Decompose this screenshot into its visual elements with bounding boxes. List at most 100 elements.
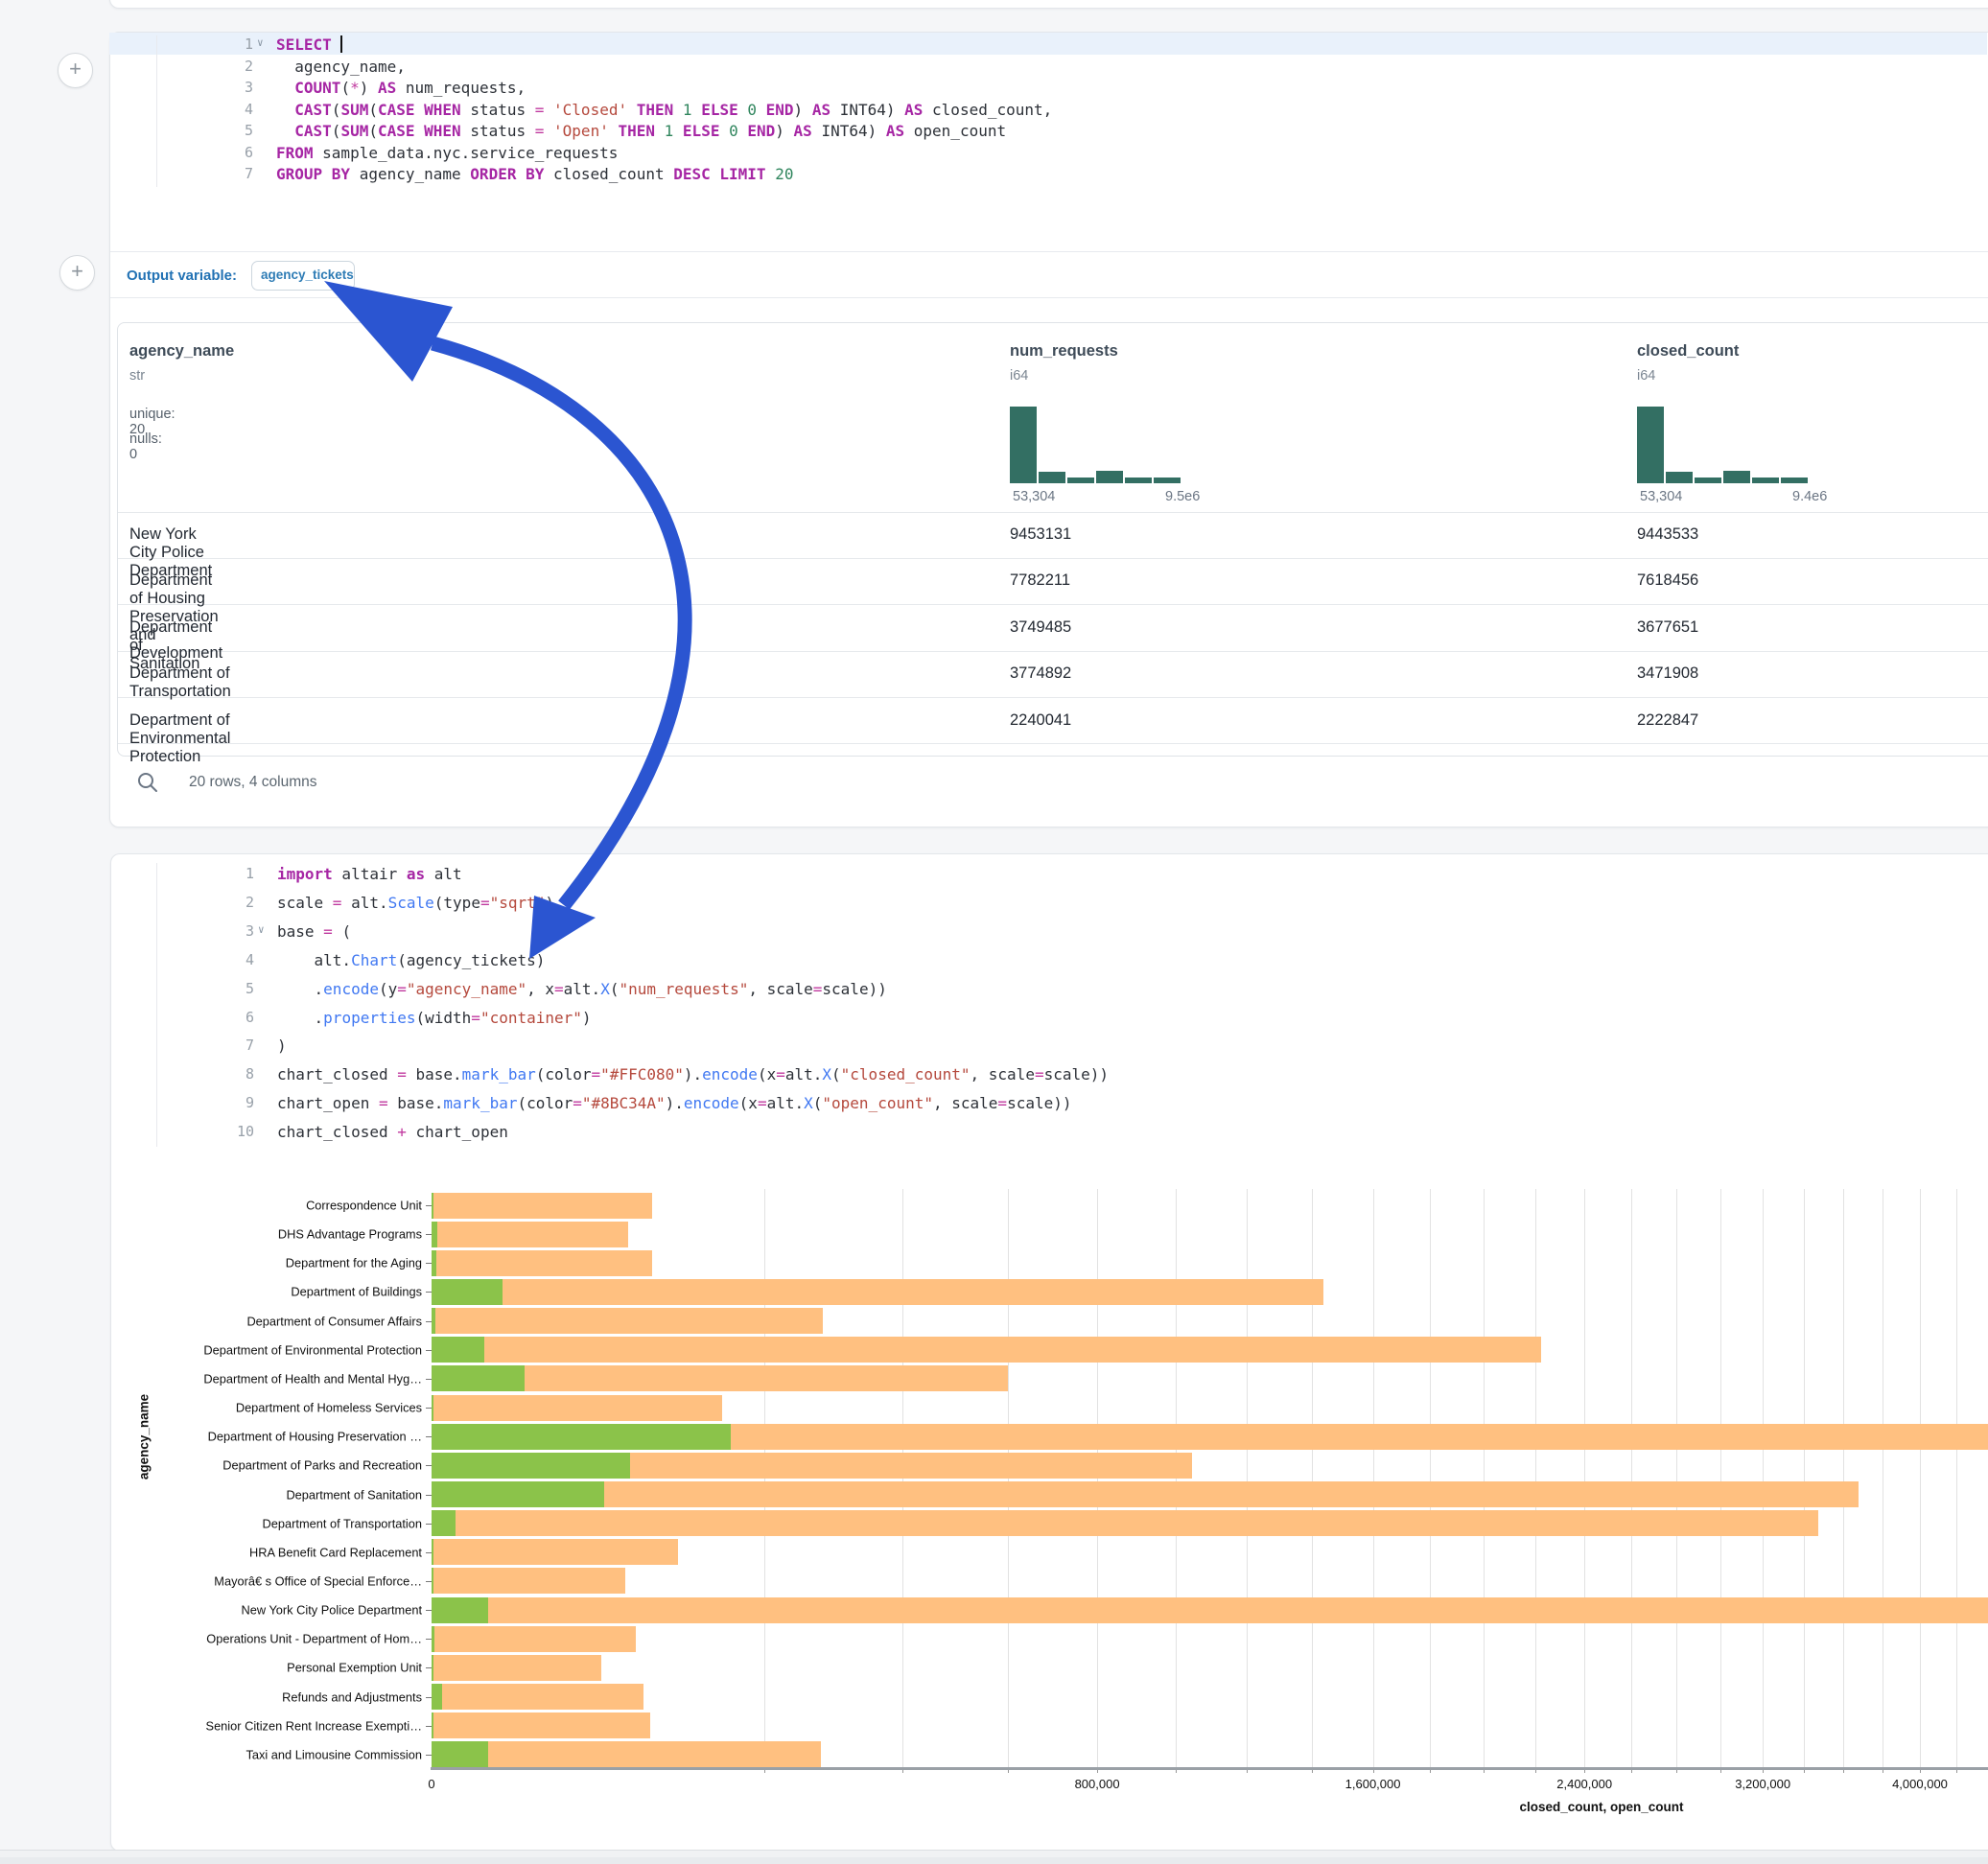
row-separator — [118, 558, 1988, 559]
table-row-value[interactable]: 3774892 — [997, 664, 1071, 683]
row-separator — [118, 743, 1988, 744]
table-row-value[interactable]: 3749485 — [997, 618, 1071, 637]
line-number: 4 — [110, 951, 254, 968]
table-row-value[interactable]: 3471908 — [1625, 664, 1698, 683]
y-axis-label: Senior Citizen Rent Increase Exempti… — [115, 1718, 422, 1733]
y-axis-tick — [426, 1726, 432, 1727]
y-axis-label: Department of Homeless Services — [115, 1401, 422, 1415]
line-number: 5 — [110, 980, 254, 997]
code-text: chart_closed = base.mark_bar(color="#FFC… — [277, 1065, 1109, 1083]
y-axis-tick — [426, 1524, 432, 1525]
table-row-name[interactable]: Department of Transportation — [117, 664, 231, 701]
histogram-bar — [1723, 471, 1750, 483]
bar-closed-count — [432, 1395, 722, 1421]
bar-open-count — [432, 1193, 433, 1219]
code-text: GROUP BY agency_name ORDER BY closed_cou… — [276, 165, 793, 183]
code-text: import altair as alt — [277, 865, 462, 883]
code-text: agency_name, — [276, 58, 406, 76]
code-text: .properties(width="container") — [277, 1009, 592, 1027]
code-text: base = ( — [277, 922, 351, 941]
bar-closed-count — [432, 1713, 650, 1738]
y-axis-tick — [426, 1552, 432, 1553]
histogram-min-label: 53,304 — [1640, 489, 1682, 504]
table-row-value[interactable]: 2240041 — [997, 711, 1071, 730]
add-cell-button-top[interactable]: + — [58, 53, 93, 88]
collapse-caret-icon[interactable]: ∨ — [258, 923, 265, 936]
y-axis-tick — [426, 1667, 432, 1668]
table-row-name[interactable]: Department of Environmental Protection — [117, 711, 230, 766]
previous-cell-card — [109, 0, 1988, 9]
bar-open-count — [432, 1741, 488, 1767]
x-axis-tick-label: 2,400,000 — [1556, 1777, 1612, 1791]
code-text: chart_closed + chart_open — [277, 1123, 508, 1141]
line-number: 10 — [110, 1123, 254, 1140]
histogram-bar — [1010, 407, 1037, 483]
y-axis-label: HRA Benefit Card Replacement — [115, 1545, 422, 1559]
bar-open-count — [432, 1510, 456, 1536]
code-text: COUNT(*) AS num_requests, — [276, 79, 526, 97]
y-axis-label: Department of Consumer Affairs — [115, 1314, 422, 1328]
line-number: 9 — [110, 1094, 254, 1111]
table-row-value[interactable]: 3677651 — [1625, 618, 1698, 637]
y-axis-label: New York City Police Department — [115, 1603, 422, 1618]
histogram-max-label: 9.4e6 — [1792, 489, 1827, 504]
y-axis-tick — [426, 1350, 432, 1351]
column-header[interactable]: agency_name — [129, 342, 234, 361]
text-cursor — [340, 35, 342, 53]
column-header[interactable]: num_requests — [1010, 342, 1118, 361]
histogram-min-label: 53,304 — [1013, 489, 1055, 504]
bar-closed-count — [432, 1655, 601, 1681]
bar-open-count — [432, 1424, 731, 1450]
column-type: i64 — [1637, 368, 1655, 384]
y-axis-tick — [426, 1697, 432, 1698]
collapse-caret-icon[interactable]: ∨ — [257, 36, 264, 49]
y-axis-tick — [426, 1205, 432, 1206]
y-axis-label: Department of Health and Mental Hyg… — [115, 1371, 422, 1386]
column-histogram — [1637, 405, 1810, 483]
search-icon[interactable] — [136, 771, 159, 794]
histogram-bar — [1781, 478, 1808, 483]
column-header[interactable]: closed_count — [1637, 342, 1739, 361]
bar-open-count — [432, 1222, 437, 1247]
line-number: 1 — [110, 865, 254, 882]
y-axis-tick — [426, 1234, 432, 1235]
output-variable-pill[interactable]: agency_tickets — [251, 261, 355, 291]
add-cell-button-middle[interactable]: + — [59, 255, 95, 291]
table-row-value[interactable]: 9443533 — [1625, 525, 1698, 544]
line-number: 1 — [109, 35, 253, 53]
y-axis-tick — [426, 1436, 432, 1437]
bar-open-count — [432, 1539, 433, 1565]
table-row-value[interactable]: 7618456 — [1625, 571, 1698, 590]
y-axis-label: Correspondence Unit — [115, 1199, 422, 1213]
y-axis-label: Department of Environmental Protection — [115, 1342, 422, 1357]
histogram-bar — [1752, 478, 1779, 483]
line-number: 7 — [109, 165, 253, 182]
column-stat: nulls: 0 — [129, 431, 162, 462]
table-row-value[interactable]: 2222847 — [1625, 711, 1698, 730]
divider — [110, 297, 1988, 298]
bar-open-count — [432, 1365, 525, 1391]
code-text: alt.Chart(agency_tickets) — [277, 951, 545, 969]
histogram-bar — [1125, 478, 1152, 483]
y-axis-label: Operations Unit - Department of Hom… — [115, 1632, 422, 1646]
y-axis-tick — [426, 1581, 432, 1582]
bar-open-count — [432, 1626, 434, 1652]
x-axis-tick-label: 800,000 — [1075, 1777, 1120, 1791]
x-axis-tick-label: 3,200,000 — [1735, 1777, 1790, 1791]
y-axis-title: agency_name — [137, 1389, 152, 1485]
python-editor[interactable]: 1import altair as alt2scale = alt.Scale(… — [110, 861, 1988, 1149]
line-number: 3 — [109, 79, 253, 96]
code-text: CAST(SUM(CASE WHEN status = 'Closed' THE… — [276, 101, 1052, 119]
histogram-bar — [1154, 478, 1181, 483]
table-row-value[interactable]: 9453131 — [997, 525, 1071, 544]
line-number: 2 — [110, 894, 254, 911]
histogram-bar — [1666, 472, 1693, 483]
code-text: SELECT — [276, 35, 342, 54]
row-separator — [118, 697, 1988, 698]
y-axis-label: Department of Housing Preservation … — [115, 1430, 422, 1444]
sql-editor[interactable]: 1∨SELECT 2 agency_name,3 COUNT(*) AS num… — [109, 35, 1988, 189]
y-axis-tick — [426, 1292, 432, 1293]
bar-open-count — [432, 1481, 604, 1507]
table-row-value[interactable]: 7782211 — [997, 571, 1070, 590]
line-number: 7 — [110, 1037, 254, 1054]
